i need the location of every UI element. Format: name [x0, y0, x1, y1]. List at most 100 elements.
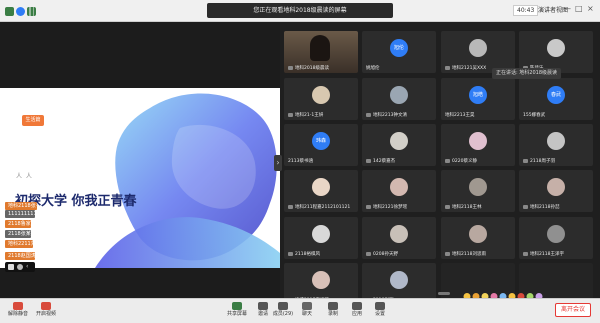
grid-page-indicator[interactable]: [438, 292, 450, 295]
screenshot-icon[interactable]: [17, 264, 23, 270]
participant-name: 142蔡嘉杰: [373, 159, 396, 164]
participant-tile[interactable]: 旭伦 姚旭伦: [362, 31, 436, 73]
active-speaker-label: 正在讲话: 地科2018级晨读: [492, 68, 561, 79]
participant-tile[interactable]: 地科21-1王妍: [284, 78, 358, 120]
toolbar-button[interactable]: 解除静音: [3, 301, 33, 322]
invite-icon: [258, 302, 268, 310]
participant-tile[interactable]: 陈佳乐: [519, 31, 593, 73]
participant-avatar: [312, 271, 330, 289]
chat-message: 2118赵国涛 1: [5, 252, 35, 260]
title-bar: 您正在观看地科2018级晨读的屏幕 40:43 演讲者视图 — □ ×: [0, 0, 600, 22]
participant-avatar: [469, 132, 487, 150]
participant-name: 地科2118王林: [452, 205, 482, 210]
toolbar-button[interactable]: 开启视频: [31, 301, 61, 322]
participant-avatar: 玮森: [312, 132, 330, 150]
apps-icon: [352, 302, 362, 310]
mic-status-icon: [523, 205, 528, 209]
meeting-window: 您正在观看地科2018级晨读的屏幕 40:43 演讲者视图 — □ × 生活篇 …: [0, 0, 600, 323]
toolbar-button[interactable]: 设置: [365, 301, 395, 322]
participant-tile[interactable]: 地科2121徐梦瑶: [362, 170, 436, 212]
participant-avatar: [547, 225, 565, 243]
participant-avatar: [390, 86, 408, 104]
participant-avatar: 旭皓: [469, 86, 487, 104]
mic-status-icon: [288, 66, 293, 70]
participant-name: 地科2018级晨读: [295, 66, 329, 71]
chat-message: 1111111111: [5, 210, 35, 218]
minimize-button[interactable]: —: [563, 4, 571, 13]
participant-avatar: [547, 39, 565, 57]
meeting-toolbar: 解除静音 开启视频 共享屏幕 邀请 成员(29) 聊天 录制 应用 设置: [0, 298, 600, 323]
participant-tile[interactable]: 旭皓地科2213王昊: [441, 78, 515, 120]
chevron-left-icon[interactable]: ‹: [26, 264, 32, 270]
mic-status-icon: [288, 113, 293, 117]
record-icon: [328, 302, 338, 310]
participant-avatar: [390, 132, 408, 150]
participant-avatar: [390, 271, 408, 289]
participant-name: 2118周子羽: [530, 159, 555, 164]
mic-status-icon: [366, 205, 371, 209]
slide-badge: 生活篇: [22, 115, 44, 126]
participant-name: 地科2121徐梦瑶: [373, 205, 407, 210]
participant-avatar: [312, 86, 330, 104]
participant-tile[interactable]: 玮森 2113蔡书涵: [284, 124, 358, 166]
participant-tile[interactable]: 2118周子羽: [519, 124, 593, 166]
participant-tile[interactable]: 0208孙天野: [362, 217, 436, 259]
participant-tile[interactable]: 地科2118王泽宇: [519, 217, 593, 259]
participant-avatar: 春武: [547, 86, 565, 104]
leave-meeting-button[interactable]: 离开会议: [555, 303, 591, 317]
maximize-button[interactable]: □: [575, 4, 583, 13]
mic-status-icon: [445, 205, 450, 209]
mic-status-icon: [523, 159, 528, 163]
security-shield-icon[interactable]: [5, 7, 14, 16]
participant-name: 地科211程嘉2112101121: [295, 205, 351, 210]
participant-tile[interactable]: 2118裕棋风: [284, 217, 358, 259]
participant-name: 地科2118王泽宇: [530, 252, 564, 257]
participant-tile[interactable]: 地科211程嘉2112101121: [284, 170, 358, 212]
chat-message: 2118鲁家辉: [5, 220, 31, 228]
close-button[interactable]: ×: [587, 4, 594, 13]
participant-name: 地科2213王昊: [445, 113, 475, 118]
participant-tile[interactable]: 春武 155娜春武: [519, 78, 593, 120]
participant-name: 0220蔡义静: [452, 159, 477, 164]
participant-avatar: [390, 178, 408, 196]
participant-avatar: [547, 178, 565, 196]
participant-avatar: [469, 225, 487, 243]
participant-tile[interactable]: 142蔡嘉杰: [362, 124, 436, 166]
collapse-panel-button[interactable]: ›: [274, 155, 282, 171]
participant-name: 地科2213钟文清: [373, 113, 407, 118]
participant-tile[interactable]: 地科2118王林: [441, 170, 515, 212]
participant-name: 地科2118刘思雨: [452, 252, 486, 257]
annotate-icon[interactable]: [8, 264, 14, 270]
participant-avatar: [312, 178, 330, 196]
participant-tile[interactable]: 地科2121吴XXX: [441, 31, 515, 73]
chat-message: 地科2211刘 1: [5, 240, 33, 248]
participant-name: 地科21-1王妍: [295, 113, 324, 118]
slide-decoration: 人 人: [16, 173, 33, 180]
participant-tile[interactable]: 地科2118孙喆: [519, 170, 593, 212]
mic-status-icon: [366, 252, 371, 256]
participant-tile[interactable]: 地科2213钟文清: [362, 78, 436, 120]
screen-share-banner: 您正在观看地科2018级晨读的屏幕: [207, 3, 393, 18]
mic-status-icon: [288, 205, 293, 209]
participant-avatar: 旭伦: [390, 39, 408, 57]
settings-icon: [375, 302, 385, 310]
mic-status-icon: [366, 159, 371, 163]
mic-muted-icon: [13, 302, 23, 310]
signal-icon: [27, 7, 36, 16]
participant-tile[interactable]: 0220蔡义静: [441, 124, 515, 166]
meeting-timer: 40:43: [513, 5, 539, 16]
participant-name: 0208孙天野: [373, 252, 398, 257]
mic-status-icon: [366, 113, 371, 117]
participant-tile[interactable]: 地科2118刘思雨: [441, 217, 515, 259]
shared-screen-stage: 生活篇 人 人 初探大学 你我正青春 地科2118张书豪1111111111 21…: [0, 22, 280, 298]
toolbar-label: 开启视频: [35, 311, 56, 317]
chat-message: 2118张某 1: [5, 230, 31, 238]
members-icon: [278, 302, 288, 310]
toolbar-label: 解除静音: [7, 311, 28, 317]
stage-controls[interactable]: ‹: [5, 262, 35, 272]
info-icon[interactable]: [16, 7, 25, 16]
shared-slide: 生活篇 人 人 初探大学 你我正青春: [0, 88, 280, 268]
participant-avatar: [469, 178, 487, 196]
mic-status-icon: [523, 252, 528, 256]
participant-tile[interactable]: 地科2018级晨读: [284, 31, 358, 73]
